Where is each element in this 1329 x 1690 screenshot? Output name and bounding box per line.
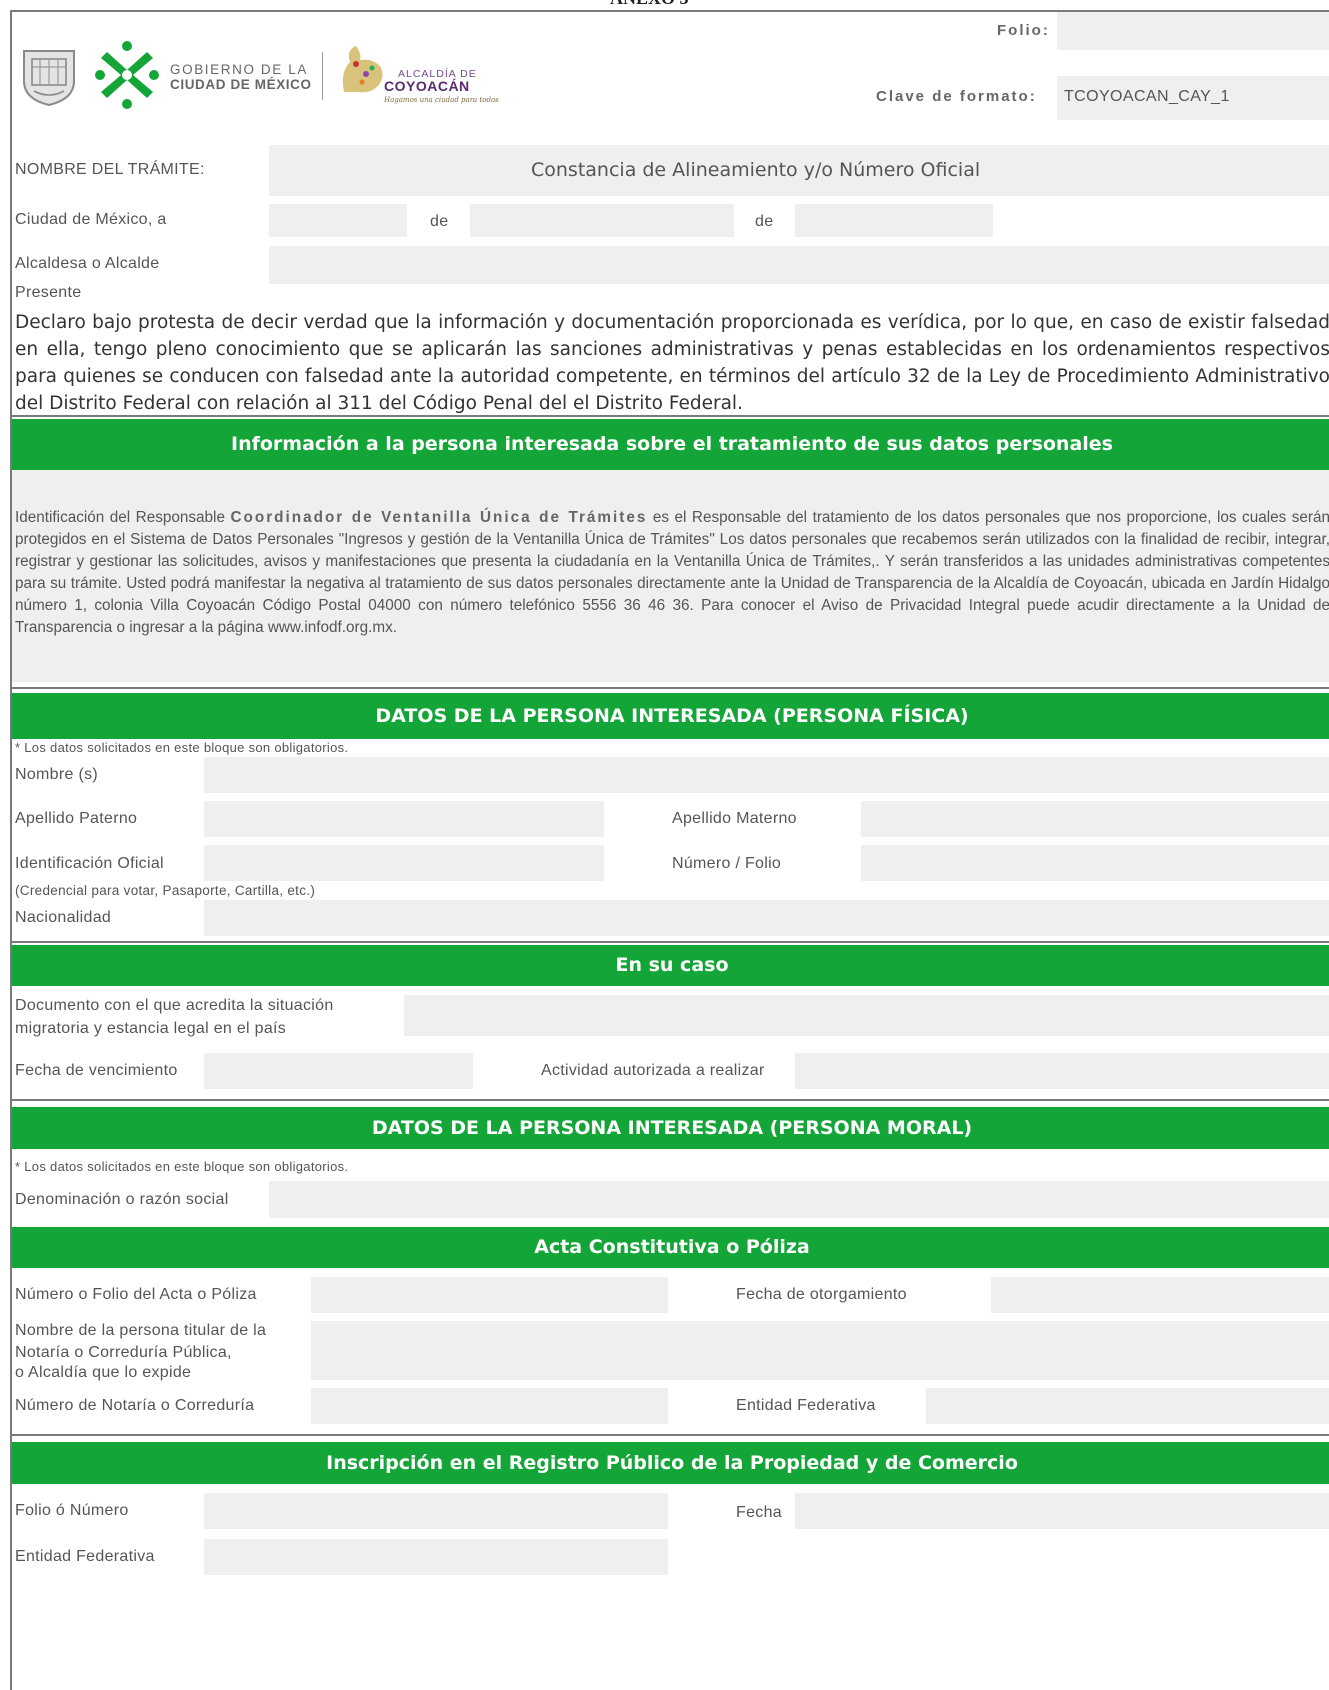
separator bbox=[12, 1434, 1329, 1436]
en-su-caso-title: En su caso bbox=[12, 945, 1329, 986]
tramite-value: Constancia de Alineamiento y/o Número Of… bbox=[531, 159, 981, 181]
privacy-responsable: Coordinador de Ventanilla Única de Trámi… bbox=[230, 509, 648, 526]
titular-label-2: Notaría o Correduría Pública, bbox=[15, 1344, 232, 1361]
alcalde-label: Alcaldesa o Alcalde bbox=[15, 255, 160, 272]
folio-field[interactable] bbox=[1057, 12, 1329, 50]
folio-label: Folio: bbox=[997, 22, 1050, 39]
clave-label: Clave de formato: bbox=[876, 88, 1037, 105]
cdmx-shield-icon bbox=[20, 45, 78, 112]
day-field[interactable] bbox=[269, 204, 407, 237]
tramite-field[interactable]: Constancia de Alineamiento y/o Número Of… bbox=[269, 145, 1329, 196]
privacy-title: Información a la persona interesada sobr… bbox=[12, 419, 1329, 470]
denominacion-field[interactable] bbox=[269, 1181, 1329, 1218]
ap-materno-label: Apellido Materno bbox=[672, 810, 797, 827]
separator bbox=[12, 1099, 1329, 1101]
date-label: Ciudad de México, a bbox=[15, 211, 167, 228]
registro-title: Inscripción en el Registro Público de la… bbox=[12, 1442, 1329, 1484]
actividad-field[interactable] bbox=[795, 1053, 1329, 1089]
titular-label-1: Nombre de la persona titular de la bbox=[15, 1322, 267, 1339]
identificacion-label: Identificación Oficial bbox=[15, 855, 164, 872]
registro-folio-field[interactable] bbox=[204, 1493, 668, 1529]
fecha-otorgamiento-label: Fecha de otorgamiento bbox=[736, 1286, 907, 1303]
persona-fisica-title: DATOS DE LA PERSONA INTERESADA (PERSONA … bbox=[12, 693, 1329, 739]
fecha-otorgamiento-field[interactable] bbox=[991, 1277, 1329, 1313]
ap-paterno-field[interactable] bbox=[204, 801, 604, 837]
actividad-label: Actividad autorizada a realizar bbox=[541, 1062, 765, 1079]
nombre-field[interactable] bbox=[204, 757, 1329, 793]
registro-entidad-field[interactable] bbox=[204, 1539, 668, 1575]
acta-title: Acta Constitutiva o Póliza bbox=[12, 1227, 1329, 1268]
gov-line-1: GOBIERNO DE LA bbox=[170, 62, 308, 77]
num-notaria-field[interactable] bbox=[311, 1388, 668, 1424]
numero-folio-field[interactable] bbox=[861, 845, 1329, 881]
registro-entidad-label: Entidad Federativa bbox=[15, 1548, 155, 1565]
ap-paterno-label: Apellido Paterno bbox=[15, 810, 138, 827]
num-notaria-label: Número de Notaría o Correduría bbox=[15, 1397, 255, 1414]
separator bbox=[12, 687, 1329, 689]
nacionalidad-label: Nacionalidad bbox=[15, 909, 112, 926]
persona-moral-title: DATOS DE LA PERSONA INTERESADA (PERSONA … bbox=[12, 1107, 1329, 1149]
separator bbox=[12, 415, 1329, 417]
documento-field[interactable] bbox=[404, 995, 1329, 1036]
privacy-body: es el Responsable del tratamiento de los… bbox=[15, 509, 1329, 636]
alcalde-field[interactable] bbox=[269, 246, 1329, 284]
numero-folio-label: Número / Folio bbox=[672, 855, 782, 872]
annex-title: ANEXO 3 bbox=[610, 0, 689, 9]
acta-numero-field[interactable] bbox=[311, 1277, 668, 1313]
coyoacan-coyote-icon bbox=[336, 42, 388, 103]
registro-folio-label: Folio ó Número bbox=[15, 1502, 129, 1519]
nacionalidad-field[interactable] bbox=[204, 900, 1329, 936]
presente-label: Presente bbox=[15, 284, 82, 301]
id-hint: (Credencial para votar, Pasaporte, Carti… bbox=[15, 883, 316, 898]
de-label-1: de bbox=[430, 213, 449, 230]
titular-label-3: o Alcaldía que lo expide bbox=[15, 1364, 192, 1381]
registro-fecha-field[interactable] bbox=[795, 1493, 1329, 1529]
acta-numero-label: Número o Folio del Acta o Póliza bbox=[15, 1286, 257, 1303]
cdmx-emblem-icon bbox=[95, 40, 159, 115]
vencimiento-field[interactable] bbox=[204, 1053, 473, 1089]
nombre-label: Nombre (s) bbox=[15, 766, 99, 783]
alcaldia-motto: Hagamos una ciudad para todos bbox=[384, 96, 499, 104]
month-field[interactable] bbox=[470, 204, 734, 237]
clave-value: TCOYOACAN_CAY_1 bbox=[1064, 88, 1230, 105]
identificacion-field[interactable] bbox=[204, 845, 604, 881]
titular-field[interactable] bbox=[311, 1321, 1329, 1380]
privacy-lead: Identificación del Responsable bbox=[15, 509, 225, 526]
fisica-note: * Los datos solicitados en este bloque s… bbox=[15, 740, 349, 755]
tramite-label: NOMBRE DEL TRÁMITE: bbox=[15, 161, 205, 178]
declaration-text: Declaro bajo protesta de decir verdad qu… bbox=[15, 312, 1329, 414]
acta-entidad-label: Entidad Federativa bbox=[736, 1397, 876, 1414]
separator bbox=[12, 941, 1329, 943]
privacy-text: Identificación del Responsable Coordinad… bbox=[15, 507, 1329, 639]
alcaldia-big: COYOACÁN bbox=[384, 78, 470, 94]
gov-line-2: CIUDAD DE MÉXICO bbox=[170, 77, 312, 92]
de-label-2: de bbox=[755, 213, 774, 230]
ap-materno-field[interactable] bbox=[861, 801, 1329, 837]
clave-field[interactable]: TCOYOACAN_CAY_1 bbox=[1057, 76, 1329, 120]
logo-divider bbox=[322, 52, 323, 100]
documento-label-1: Documento con el que acredita la situaci… bbox=[15, 997, 334, 1014]
vencimiento-label: Fecha de vencimiento bbox=[15, 1062, 178, 1079]
acta-entidad-field[interactable] bbox=[926, 1388, 1329, 1424]
moral-note: * Los datos solicitados en este bloque s… bbox=[15, 1159, 349, 1174]
registro-fecha-label: Fecha bbox=[736, 1504, 782, 1521]
year-field[interactable] bbox=[795, 204, 993, 237]
documento-label-2: migratoria y estancia legal en el país bbox=[15, 1020, 287, 1037]
denominacion-label: Denominación o razón social bbox=[15, 1191, 229, 1208]
